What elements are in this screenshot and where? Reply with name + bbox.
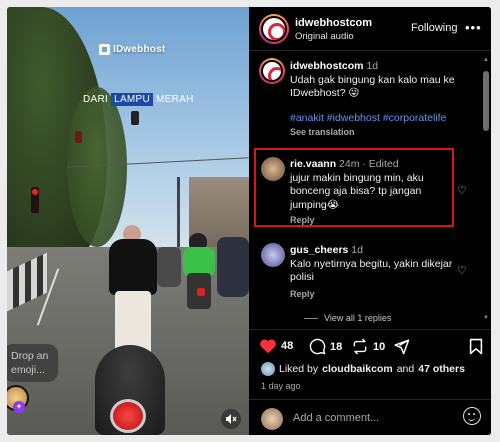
comment-meta: 1d — [351, 244, 363, 256]
video-caption-overlay: DARI LAMPU MERAH — [83, 93, 194, 106]
more-options-icon[interactable]: ••• — [465, 20, 482, 35]
emoji-picker-icon[interactable] — [463, 407, 481, 425]
comments-list: idwebhostcom 1d Udah gak bingung kan kal… — [249, 51, 491, 329]
comment-count[interactable]: 18 — [330, 341, 342, 353]
comment-text: jujur makin bingung min, aku bonceng aja… — [290, 171, 424, 211]
comments-scrollbar[interactable]: ▲ ▼ — [483, 57, 489, 327]
liked-by-line: Liked by cloudbaikcom and 47 others — [261, 362, 465, 376]
video-rider — [179, 233, 219, 309]
video-motorbikes-right — [217, 237, 249, 297]
audio-label[interactable]: Original audio — [295, 31, 354, 42]
post-modal: IDwebhost DARI LAMPU MERAH Drop an emoji… — [7, 7, 491, 435]
caption-time: 1d — [366, 60, 379, 72]
view-replies-button[interactable]: View all 1 replies — [304, 313, 391, 323]
comments-panel: idwebhostcom Original audio Following ••… — [249, 7, 491, 435]
video-scooter-lamp — [110, 399, 146, 433]
post-timestamp: 1 day ago — [261, 381, 301, 391]
share-plane-icon[interactable] — [393, 338, 410, 355]
reel-video[interactable]: IDwebhost DARI LAMPU MERAH Drop an emoji… — [7, 7, 249, 435]
comment-bubble-icon[interactable] — [309, 338, 326, 355]
save-group — [469, 338, 483, 355]
video-person — [103, 225, 161, 355]
scroll-down-icon[interactable]: ▼ — [483, 315, 489, 321]
repost-count[interactable]: 10 — [373, 341, 385, 353]
traffic-light — [131, 111, 139, 125]
scroll-thumb[interactable] — [483, 71, 489, 131]
liked-by-others[interactable]: 47 others — [418, 363, 465, 375]
add-comment-bar — [249, 399, 491, 435]
liked-by-avatar[interactable] — [261, 362, 275, 376]
heart-outline-icon[interactable]: ♡ — [457, 265, 469, 277]
liked-by-user[interactable]: cloudbaikcom — [322, 363, 393, 375]
following-button[interactable]: Following — [411, 22, 457, 34]
caption-hashtags[interactable]: #anakit #idwebhost #corporatelife — [290, 112, 460, 126]
repost-icon[interactable] — [351, 338, 369, 355]
bookmark-icon[interactable] — [469, 338, 483, 355]
add-comment-input[interactable] — [293, 409, 443, 427]
comment-block: gus_cheers 1d Kalo nyetirnya begitu, yak… — [290, 244, 460, 285]
comment-avatar[interactable] — [261, 243, 285, 267]
comment-reply-button[interactable]: Reply — [290, 289, 315, 299]
comment-username[interactable]: rie.vaann — [290, 158, 336, 170]
scroll-up-icon[interactable]: ▲ — [483, 57, 489, 63]
share-group — [393, 338, 410, 355]
viewer-badge-icon: ✦ — [13, 401, 25, 413]
comment-group: 18 — [309, 338, 342, 355]
drop-emoji-text: Drop an emoji... — [11, 350, 49, 376]
traffic-light-2 — [75, 131, 82, 143]
overlay-word-1: DARI — [83, 94, 109, 105]
heart-outline-icon[interactable]: ♡ — [457, 185, 469, 197]
comment-text: Kalo nyetirnya begitu, yakin dikejar pol… — [290, 257, 453, 284]
liked-by-prefix: Liked by — [279, 363, 319, 375]
post-header: idwebhostcom Original audio Following ••… — [249, 7, 491, 51]
overlay-word-highlight: LAMPU — [111, 93, 154, 106]
comment-meta: 24m · Edited — [339, 158, 399, 170]
view-replies-label: View all 1 replies — [324, 313, 392, 323]
speaker-muted-icon[interactable] — [221, 409, 241, 429]
like-count[interactable]: 48 — [281, 340, 293, 352]
caption-text: Udah gak bingung kan kalo mau ke IDwebho… — [290, 73, 455, 100]
author-username[interactable]: idwebhostcom — [295, 17, 372, 29]
caption-block: idwebhostcom 1d Udah gak bingung kan kal… — [290, 60, 460, 101]
caption-avatar[interactable] — [259, 58, 285, 84]
liked-by-and: and — [396, 363, 415, 375]
overlay-word-3: MERAH — [156, 94, 194, 105]
drop-emoji-prompt[interactable]: Drop an emoji... — [7, 344, 58, 382]
comment-reply-button[interactable]: Reply — [290, 215, 315, 225]
author-avatar[interactable] — [259, 14, 289, 44]
brand-logo-text: IDwebhost — [113, 44, 166, 55]
brand-logo-icon — [99, 44, 110, 55]
repost-group: 10 — [351, 338, 385, 355]
red-traffic-light — [31, 187, 39, 213]
current-user-avatar — [261, 408, 283, 430]
like-group: 48 — [259, 338, 293, 354]
comment-avatar[interactable] — [261, 157, 285, 181]
replies-divider — [304, 317, 318, 319]
comment-username[interactable]: gus_cheers — [290, 244, 348, 256]
brand-logo: IDwebhost — [99, 44, 165, 55]
see-translation-link[interactable]: See translation — [290, 127, 355, 137]
caption-username[interactable]: idwebhostcom — [290, 60, 364, 72]
comment-block: rie.vaann 24m · Edited jujur makin bingu… — [290, 158, 460, 212]
heart-filled-icon[interactable] — [259, 338, 277, 354]
